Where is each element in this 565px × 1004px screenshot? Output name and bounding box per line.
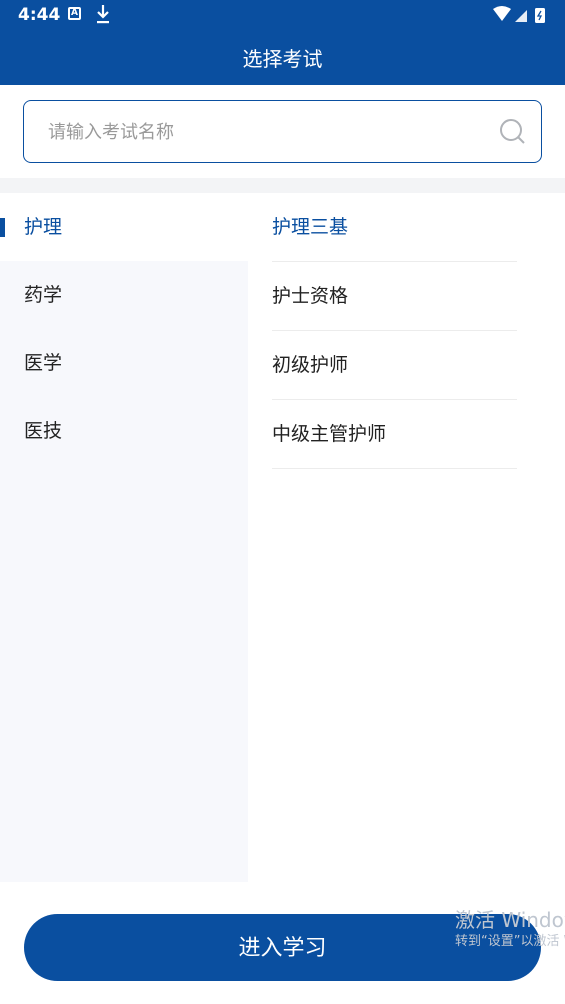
status-time: 4:44 <box>18 5 61 25</box>
wifi-icon <box>493 6 511 21</box>
category-item-nursing[interactable]: 护理 <box>0 193 248 261</box>
notification-a-icon: A <box>68 7 81 20</box>
category-item-medicine[interactable]: 医学 <box>0 329 248 397</box>
top-bar: 4:44 A 选择考试 <box>0 0 565 85</box>
exam-item[interactable]: 护士资格 <box>272 262 517 331</box>
search-input[interactable] <box>48 117 478 147</box>
search-icon[interactable] <box>499 118 527 146</box>
exam-item[interactable]: 护理三基 <box>272 193 517 262</box>
signal-icon <box>515 10 527 22</box>
exam-item[interactable]: 初级护师 <box>272 331 517 400</box>
windows-activation-watermark: 激活 Windows 转到“设置”以激活 Windows。 <box>455 907 565 951</box>
category-item-pharmacy[interactable]: 药学 <box>0 261 248 329</box>
exam-select-screen: 4:44 A 选择考试 护理 药学 医学 医技 护理三基 护士资格 初级护师 中… <box>0 0 565 1004</box>
search-box[interactable] <box>23 100 542 163</box>
download-icon <box>97 5 109 24</box>
category-list: 护理 药学 医学 医技 <box>0 193 248 882</box>
exam-item[interactable]: 中级主管护师 <box>272 400 517 469</box>
category-item-medical-tech[interactable]: 医技 <box>0 397 248 465</box>
watermark-line-2: 转到“设置”以激活 Windows。 <box>455 934 565 949</box>
status-icons <box>493 6 545 23</box>
page-title: 选择考试 <box>242 47 323 71</box>
section-divider <box>0 178 565 193</box>
watermark-line-1: 激活 Windows <box>455 908 565 932</box>
exam-list: 护理三基 护士资格 初级护师 中级主管护师 <box>272 193 517 469</box>
